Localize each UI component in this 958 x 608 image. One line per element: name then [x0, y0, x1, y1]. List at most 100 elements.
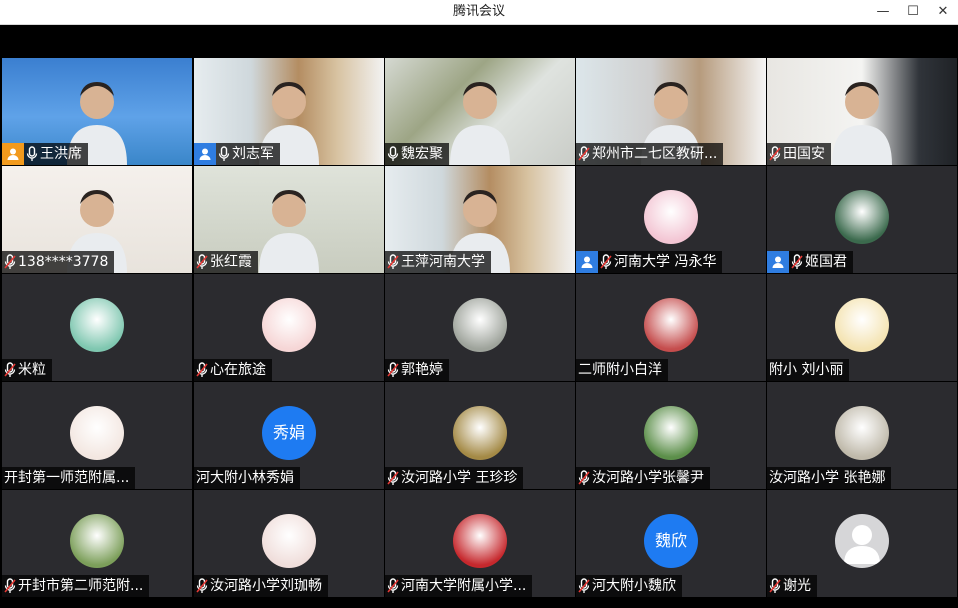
participant-tile[interactable]: 张红霞 [194, 166, 384, 273]
close-button[interactable]: ✕ [928, 0, 958, 24]
name-plate: 郭艳婷 [385, 359, 449, 381]
avatar-text: 秀娟 [262, 406, 316, 460]
mic-muted-icon [769, 145, 781, 163]
participant-tile[interactable]: 郭艳婷 [385, 274, 575, 381]
participant-name: 王萍河南大学 [401, 254, 485, 270]
participant-name: 附小 刘小丽 [769, 362, 844, 378]
mic-muted-icon [387, 469, 399, 487]
avatar [644, 406, 698, 460]
participant-tile[interactable]: 王洪席 [2, 58, 192, 165]
avatar [835, 406, 889, 460]
participant-tile[interactable]: 汝河路小学刘珈畅 [194, 490, 384, 597]
avatar [70, 406, 124, 460]
name-plate: 汝河路小学刘珈畅 [194, 575, 328, 597]
minimize-button[interactable]: — [868, 0, 898, 24]
participant-name: 郭艳婷 [401, 362, 443, 378]
name-plate: 开封第一师范附属... [2, 467, 136, 489]
avatar [453, 298, 507, 352]
window-title: 腾讯会议 [452, 4, 505, 19]
name-plate: 王洪席 [2, 143, 88, 165]
name-plate: 附小 刘小丽 [767, 359, 850, 381]
participant-tile[interactable]: 河南大学 冯永华 [576, 166, 766, 273]
mic-muted-icon [387, 577, 399, 595]
mic-muted-icon [196, 577, 208, 595]
participant-tile[interactable]: 米粒 [2, 274, 192, 381]
avatar [262, 298, 316, 352]
participant-tile[interactable]: 田国安 [767, 58, 957, 165]
participant-name: 河南大学 冯永华 [614, 254, 717, 270]
participant-tile[interactable]: 魏欣 河大附小魏欣 [576, 490, 766, 597]
participant-tile[interactable]: 魏宏聚 [385, 58, 575, 165]
participant-tile[interactable]: 谢光 [767, 490, 957, 597]
name-plate: 郑州市二七区教研... [576, 143, 724, 165]
mic-muted-icon [578, 577, 590, 595]
participant-name: 河大附小魏欣 [592, 578, 676, 594]
name-plate: 魏宏聚 [385, 143, 449, 165]
mic-muted-icon [4, 361, 16, 379]
participant-name: 汝河路小学 张艳娜 [769, 470, 886, 486]
participant-name: 开封第一师范附属... [4, 470, 130, 486]
avatar [70, 298, 124, 352]
name-plate: 刘志军 [194, 143, 280, 165]
name-plate: 田国安 [767, 143, 831, 165]
participant-name: 开封市第二师范附... [18, 578, 144, 594]
participant-name: 刘志军 [232, 146, 274, 162]
participant-tile[interactable]: 秀娟 河大附小林秀娟 [194, 382, 384, 489]
name-plate: 开封市第二师范附... [2, 575, 150, 597]
name-plate: 二师附小白洋 [576, 359, 668, 381]
participant-tile[interactable]: 二师附小白洋 [576, 274, 766, 381]
name-plate: 米粒 [2, 359, 52, 381]
mic-muted-icon [769, 577, 781, 595]
participant-tile[interactable]: 郑州市二七区教研... [576, 58, 766, 165]
default-avatar [835, 514, 889, 568]
avatar [644, 298, 698, 352]
participant-name: 王洪席 [40, 146, 82, 162]
name-plate: 138****3778 [2, 251, 115, 273]
participant-tile[interactable]: 汝河路小学 王珍珍 [385, 382, 575, 489]
participant-tile[interactable]: 汝河路小学张馨尹 [576, 382, 766, 489]
participant-name: 心在旅途 [210, 362, 266, 378]
meeting-top-bar [0, 25, 958, 58]
participant-name: 郑州市二七区教研... [592, 146, 718, 162]
mic-muted-icon [387, 361, 399, 379]
avatar [835, 298, 889, 352]
participant-tile[interactable]: 刘志军 [194, 58, 384, 165]
avatar [644, 190, 698, 244]
participant-name: 姬国君 [805, 254, 847, 270]
participant-tile[interactable]: 开封市第二师范附... [2, 490, 192, 597]
mic-muted-icon [600, 253, 612, 271]
name-plate: 张红霞 [194, 251, 258, 273]
mic-muted-icon [4, 253, 16, 271]
participant-tile[interactable]: 附小 刘小丽 [767, 274, 957, 381]
participant-tile[interactable]: 姬国君 [767, 166, 957, 273]
avatar [453, 406, 507, 460]
mic-icon [26, 145, 38, 163]
participant-name: 138****3778 [18, 254, 109, 270]
participant-tile[interactable]: 河南大学附属小学... [385, 490, 575, 597]
participant-name: 汝河路小学 王珍珍 [401, 470, 518, 486]
participant-name: 二师附小白洋 [578, 362, 662, 378]
name-plate: 汝河路小学 王珍珍 [385, 467, 524, 489]
mic-muted-icon [387, 253, 399, 271]
participant-tile[interactable]: 开封第一师范附属... [2, 382, 192, 489]
mic-muted-icon [196, 361, 208, 379]
name-plate: 王萍河南大学 [385, 251, 491, 273]
participant-tile[interactable]: 汝河路小学 张艳娜 [767, 382, 957, 489]
participant-tile[interactable]: 138****3778 [2, 166, 192, 273]
name-plate: 谢光 [767, 575, 817, 597]
name-plate: 河大附小魏欣 [576, 575, 682, 597]
avatar [453, 514, 507, 568]
maximize-button[interactable]: ☐ [898, 0, 928, 24]
participant-tile[interactable]: 心在旅途 [194, 274, 384, 381]
participant-tile[interactable]: 王萍河南大学 [385, 166, 575, 273]
mic-icon [218, 145, 230, 163]
participant-name: 汝河路小学刘珈畅 [210, 578, 322, 594]
user-icon [194, 143, 216, 165]
name-plate: 心在旅途 [194, 359, 272, 381]
avatar [70, 514, 124, 568]
name-plate: 姬国君 [767, 251, 853, 273]
participant-name: 汝河路小学张馨尹 [592, 470, 704, 486]
participant-name: 田国安 [783, 146, 825, 162]
participant-name: 魏宏聚 [401, 146, 443, 162]
mic-muted-icon [4, 577, 16, 595]
